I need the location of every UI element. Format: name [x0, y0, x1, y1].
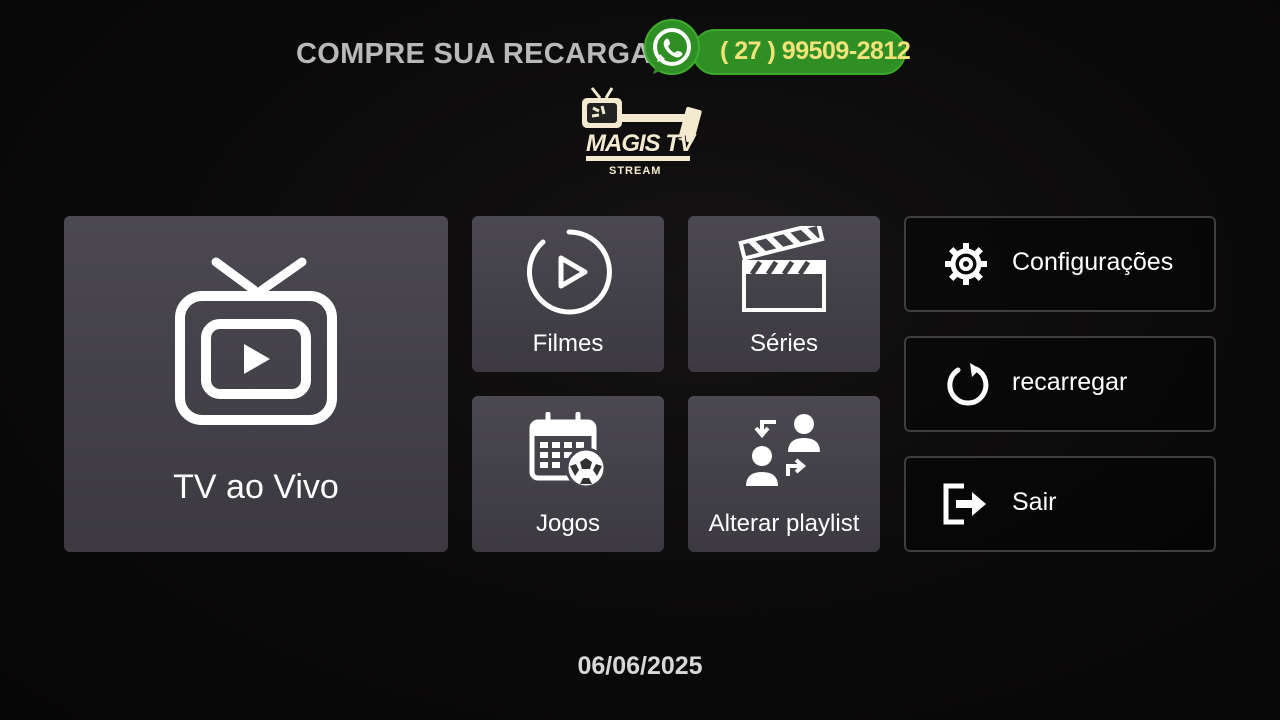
tile-change-playlist-label: Alterar playlist [708, 510, 860, 537]
tile-movies[interactable]: Filmes [472, 216, 664, 372]
tile-games-label: Jogos [535, 510, 601, 537]
tile-series-label: Séries [749, 330, 819, 357]
magis-tv-logo: MAGIS TV STREAM [578, 86, 702, 182]
switch-users-icon [746, 414, 820, 486]
tv-play-icon [175, 257, 337, 425]
tile-series[interactable]: Séries [688, 216, 880, 372]
clapperboard-icon [738, 226, 826, 312]
exit-icon [943, 483, 986, 525]
settings-button[interactable]: Configurações [904, 216, 1216, 312]
tile-games[interactable]: Jogos [472, 396, 664, 552]
whatsapp-icon [644, 19, 700, 75]
logo-title: MAGIS TV [586, 130, 695, 157]
calendar-football-icon [529, 412, 607, 489]
tile-live-tv-label: TV ao Vivo [173, 468, 339, 506]
phone-number: ( 27 ) 99509-2812 [720, 37, 911, 65]
current-date: 06/06/2025 [577, 652, 703, 680]
refresh-icon [947, 363, 989, 406]
tile-change-playlist[interactable]: Alterar playlist [688, 396, 880, 552]
promo-text: COMPRE SUA RECARGA [296, 38, 652, 70]
tile-live-tv[interactable]: TV ao Vivo [64, 216, 448, 552]
gear-icon [945, 243, 987, 285]
tile-movies-label: Filmes [532, 330, 604, 357]
exit-button[interactable]: Sair [904, 456, 1216, 552]
settings-label: Configurações [1012, 248, 1174, 276]
reload-button[interactable]: recarregar [904, 336, 1216, 432]
play-circle-icon [527, 229, 612, 315]
logo-subtitle: STREAM [609, 165, 662, 177]
reload-label: recarregar [1012, 368, 1128, 396]
exit-label: Sair [1012, 488, 1057, 516]
